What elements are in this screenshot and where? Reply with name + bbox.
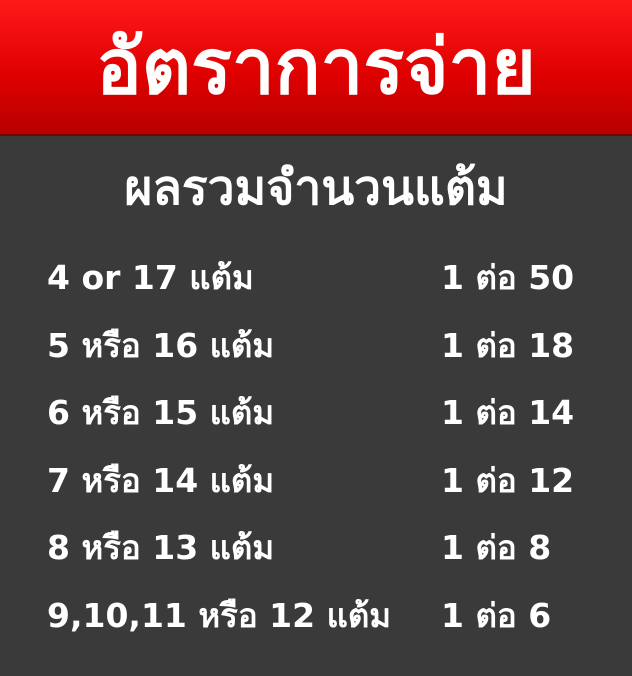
payout-row-label: 6 หรือ 15 แต้ม xyxy=(47,393,275,432)
section-subtitle: ผลรวมจำนวนแต้ม xyxy=(124,160,508,216)
payout-row-odds: 1 ต่อ 8 xyxy=(441,528,552,567)
page-title: อัตราการจ่าย xyxy=(96,22,536,111)
payout-row-odds: 1 ต่อ 12 xyxy=(441,460,575,500)
payout-row-odds: 1 ต่อ 18 xyxy=(441,325,575,365)
payout-row-label: 5 หรือ 16 แต้ม xyxy=(47,325,275,365)
payout-row-odds: 1 ต่อ 50 xyxy=(441,258,575,297)
payout-row: 5 หรือ 16 แต้ม 1 ต่อ 18 xyxy=(0,316,632,384)
payout-row: 8 หรือ 13 แต้ม 1 ต่อ 8 xyxy=(0,518,632,586)
payout-row: 9,10,11 หรือ 12 แต้ม 1 ต่อ 6 xyxy=(0,586,632,654)
payout-row-label: 9,10,11 หรือ 12 แต้ม xyxy=(47,595,392,635)
payout-row-label: 4 or 17 แต้ม xyxy=(47,258,254,297)
payout-row-label: 8 หรือ 13 แต้ม xyxy=(47,528,275,567)
payout-table: 4 or 17 แต้ม 1 ต่อ 50 5 หรือ 16 แต้ม 1 ต… xyxy=(0,248,632,653)
payout-card: อัตราการจ่าย ผลรวมจำนวนแต้ม 4 or 17 แต้ม… xyxy=(0,0,632,676)
payout-row: 6 หรือ 15 แต้ม 1 ต่อ 14 xyxy=(0,383,632,451)
payout-row: 4 or 17 แต้ม 1 ต่อ 50 xyxy=(0,248,632,316)
payout-row-odds: 1 ต่อ 14 xyxy=(441,393,575,432)
payout-row-label: 7 หรือ 14 แต้ม xyxy=(47,460,275,500)
payout-row-odds: 1 ต่อ 6 xyxy=(441,595,552,635)
title-banner: อัตราการจ่าย xyxy=(0,0,632,136)
payout-row: 7 หรือ 14 แต้ม 1 ต่อ 12 xyxy=(0,451,632,519)
